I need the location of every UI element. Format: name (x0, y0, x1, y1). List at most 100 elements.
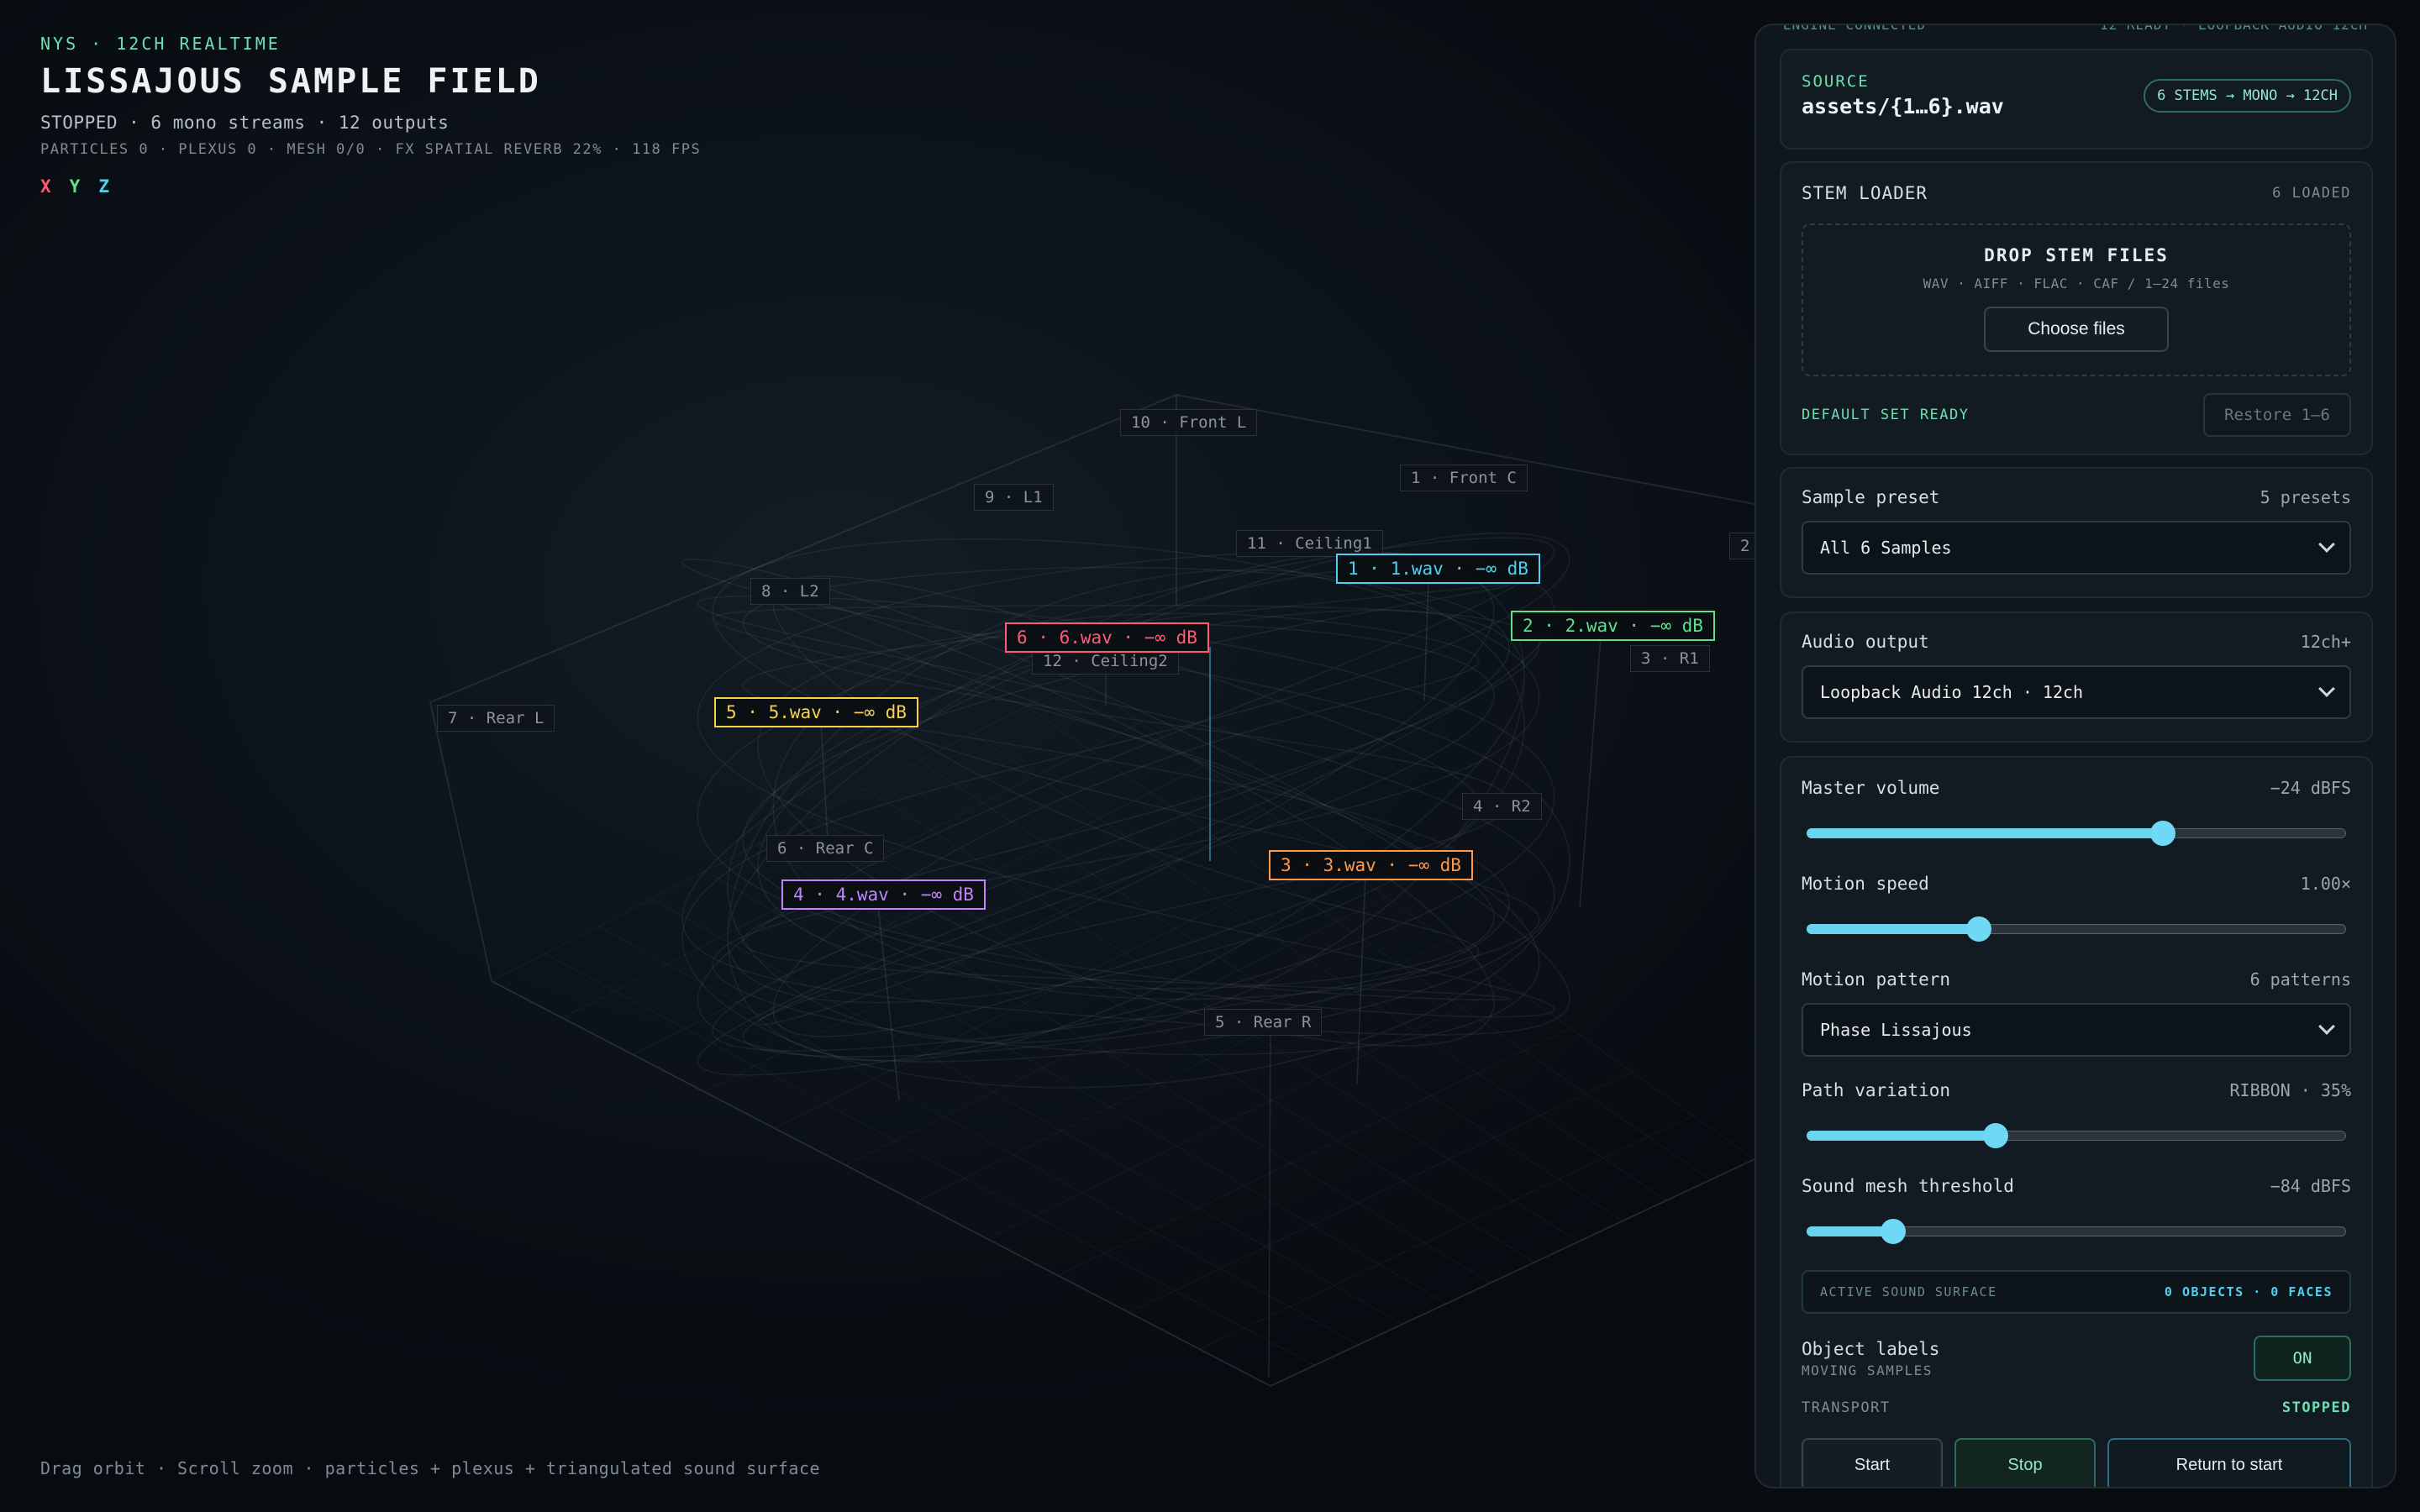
speaker-label: 1 · Front C (1400, 465, 1528, 491)
path-variation-value: RIBBON · 35% (2229, 1080, 2352, 1100)
motion-pattern-value: Phase Lissajous (1820, 1020, 1972, 1040)
slider-fill (1807, 1131, 1996, 1141)
sample-object-4[interactable]: 4 · 4.wav · −∞ dB (781, 879, 986, 910)
sample-object-3[interactable]: 3 · 3.wav · −∞ dB (1269, 850, 1473, 880)
default-set-status: DEFAULT SET READY (1802, 407, 1970, 423)
stem-loader-card: STEM LOADER 6 LOADED DROP STEM FILES WAV… (1780, 161, 2373, 455)
stem-drop-zone[interactable]: DROP STEM FILES WAV · AIFF · FLAC · CAF … (1802, 223, 2351, 376)
floor-grid-line (1128, 1071, 1633, 1314)
scene-canvas (429, 393, 1754, 1388)
return-to-start-button[interactable]: Return to start (2107, 1438, 2351, 1487)
slider-fill (1807, 828, 2163, 838)
audio-output-value: Loopback Audio 12ch · 12ch (1820, 682, 2084, 702)
surface-value: 0 OBJECTS · 0 FACES (2164, 1284, 2333, 1299)
speaker-label: 9 · L1 (974, 484, 1054, 511)
mesh-threshold-slider[interactable] (1802, 1218, 2351, 1244)
floor-grid-line (1270, 1158, 1754, 1387)
stems-loaded-count: 6 LOADED (2272, 185, 2351, 202)
axis-legend: X Y Z (40, 176, 701, 197)
speaker-label: 6 · Rear C (766, 835, 885, 862)
speaker-label: 8 · L2 (750, 578, 830, 605)
speaker-label: 10 · Front L (1120, 409, 1258, 436)
sample-object-6[interactable]: 6 · 6.wav · −∞ dB (1005, 622, 1209, 653)
chevron-down-icon (2318, 1018, 2335, 1035)
source-key: SOURCE (1802, 72, 1870, 91)
control-panel: ENGINE CONNECTED 12 READY · LOOPBACK AUD… (1754, 24, 2396, 1488)
source-path: assets/{1…6}.wav (1802, 94, 2004, 118)
slider-thumb[interactable] (1982, 1123, 2008, 1148)
master-volume-label: Master volume (1802, 778, 1940, 798)
floor-grid-line (1057, 1027, 1571, 1277)
transport-state: STOPPED (2281, 1399, 2351, 1416)
object-labels-label: Object labels (1802, 1338, 1940, 1359)
slider-thumb[interactable] (1966, 916, 1992, 942)
pattern-count: 6 patterns (2249, 969, 2351, 990)
hud: NYS · 12CH REALTIME LISSAJOUS SAMPLE FIE… (40, 34, 701, 197)
drop-formats: WAV · AIFF · FLAC · CAF / 1–24 files (1923, 276, 2230, 291)
axis-z-label: Z (98, 176, 109, 197)
audio-output-select[interactable]: Loopback Audio 12ch · 12ch (1802, 665, 2351, 719)
path-variation-label: Path variation (1802, 1080, 1951, 1100)
restore-button[interactable]: Restore 1–6 (2203, 393, 2351, 437)
slider-fill (1807, 924, 1980, 934)
master-volume-slider[interactable] (1802, 820, 2351, 846)
audio-output-card: Audio output 12ch+ Loopback Audio 12ch ·… (1780, 612, 2373, 743)
path-variation-slider[interactable] (1802, 1122, 2351, 1148)
object-drop-line (1579, 636, 1602, 908)
axis-y-label: Y (69, 176, 81, 197)
transport-buttons: Start Stop Return to start (1802, 1438, 2351, 1487)
source-card: SOURCE assets/{1…6}.wav 6 STEMS → MONO →… (1780, 49, 2373, 150)
mesh-threshold-label: Sound mesh threshold (1802, 1176, 2014, 1196)
surface-key: ACTIVE SOUND SURFACE (1820, 1284, 1997, 1299)
preset-count: 5 presets (2260, 487, 2351, 507)
motion-speed-label: Motion speed (1802, 874, 1929, 894)
routing-badge: 6 STEMS → MONO → 12CH (2144, 78, 2351, 113)
motion-pattern-label: Motion pattern (1802, 969, 1951, 990)
sample-preset-label: Sample preset (1802, 487, 1940, 507)
speaker-label: 7 · Rear L (437, 705, 555, 732)
object-labels-toggle[interactable]: ON (2254, 1336, 2351, 1381)
speaker-label: 3 · R1 (1630, 645, 1710, 672)
chevron-down-icon (2318, 536, 2335, 553)
interaction-hint: Drag orbit · Scroll zoom · particles + p… (40, 1458, 821, 1478)
controls-card: Master volume −24 dBFS Motion speed 1.00… (1780, 756, 2373, 1487)
stop-button[interactable]: Stop (1954, 1438, 2096, 1487)
mesh-threshold-value: −84 dBFS (2270, 1176, 2351, 1196)
motion-speed-value: 1.00× (2300, 874, 2351, 894)
sample-preset-select[interactable]: All 6 Samples (1802, 521, 2351, 575)
sample-preset-card: Sample preset 5 presets All 6 Samples (1780, 467, 2373, 598)
sample-object-2[interactable]: 2 · 2.wav · −∞ dB (1511, 611, 1715, 641)
floor-grid-line (918, 760, 1623, 1222)
panel-header-cutoff: ENGINE CONNECTED 12 READY · LOOPBACK AUD… (1783, 24, 2368, 40)
drop-title: DROP STEM FILES (1984, 245, 2169, 265)
slider-thumb[interactable] (1880, 1219, 1906, 1244)
slider-thumb[interactable] (2149, 821, 2175, 846)
axis-x-label: X (40, 176, 51, 197)
start-button[interactable]: Start (1802, 1438, 1943, 1487)
floor-grid-line (633, 765, 1203, 1056)
transport-label: TRANSPORT (1802, 1399, 1891, 1416)
object-labels-sub: MOVING SAMPLES (1802, 1362, 1933, 1378)
sample-preset-value: All 6 Samples (1820, 538, 1952, 558)
audio-output-label: Audio output (1802, 632, 1929, 652)
motion-speed-slider[interactable] (1802, 916, 2351, 942)
sample-object-5[interactable]: 5 · 5.wav · −∞ dB (714, 697, 918, 727)
hud-stats: PARTICLES 0 · PLEXUS 0 · MESH 0/0 · FX S… (40, 141, 702, 158)
sample-object-1[interactable]: 1 · 1.wav · −∞ dB (1336, 554, 1540, 584)
hud-kicker: NYS · 12CH REALTIME (40, 34, 281, 54)
hud-title: LISSAJOUS SAMPLE FIELD (40, 62, 541, 101)
floor-grid-line (1199, 1115, 1694, 1350)
motion-pattern-select[interactable]: Phase Lissajous (1802, 1003, 2351, 1057)
choose-files-button[interactable]: Choose files (1984, 307, 2169, 352)
object-drop-line (1268, 1024, 1271, 1378)
viewport[interactable]: NYS · 12CH REALTIME LISSAJOUS SAMPLE FIE… (0, 0, 2420, 1512)
stem-loader-title: STEM LOADER (1802, 183, 1928, 203)
speaker-label: 5 · Rear R (1204, 1009, 1323, 1036)
output-status: 12 READY · LOOPBACK AUDIO 12CH (2100, 24, 2368, 33)
hud-status: STOPPED · 6 mono streams · 12 outputs (40, 113, 450, 133)
engine-status: ENGINE CONNECTED (1783, 24, 1927, 33)
speaker-label: 4 · R2 (1462, 793, 1542, 820)
chevron-down-icon (2318, 680, 2335, 697)
audio-output-channels: 12ch+ (2300, 632, 2351, 652)
motion-path (681, 532, 1570, 1089)
